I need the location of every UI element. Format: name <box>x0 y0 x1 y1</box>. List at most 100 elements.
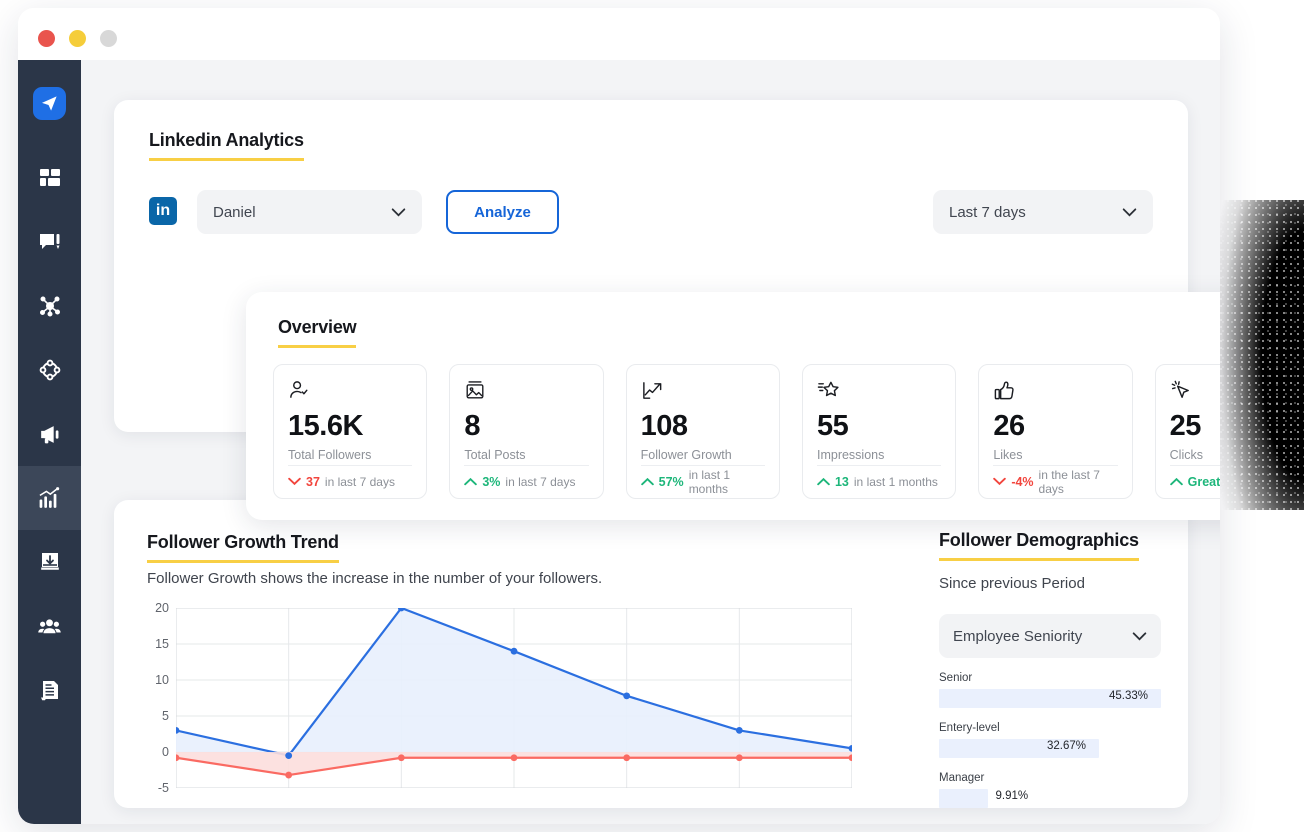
sidebar-item-network[interactable] <box>18 274 81 338</box>
stat-trend-value: 37 <box>306 475 320 489</box>
demographics-title: Follower Demographics <box>939 530 1139 561</box>
stat-trend-text: in last 7 days <box>324 475 395 489</box>
sidebar-item-campaigns[interactable] <box>18 402 81 466</box>
stat-trend-text: in last 1 months <box>853 475 938 489</box>
trend-up-icon <box>1169 475 1183 489</box>
stat-value: 15.6K <box>288 410 363 442</box>
stat-trend-value: Great Going! <box>1187 475 1220 489</box>
demographics-percent: 32.67% <box>1046 740 1086 752</box>
trend-down-icon <box>993 475 1007 489</box>
stat-trend-text: in the last 7 days <box>1038 468 1100 496</box>
sidebar-item-dashboard[interactable] <box>18 146 81 210</box>
demographics-rows: Senior 45.33% Entery-level 32.67% Manager 9.9… <box>939 672 1161 808</box>
stat-trend-text: in last 1 months <box>688 468 731 496</box>
network-nodes-icon <box>38 294 62 318</box>
chart-point <box>623 754 631 762</box>
overview-card: Overview 15.6K Total Followers 37 in las… <box>246 292 1220 520</box>
follower-growth-chart: 20 15 10 5 0 -5 <box>138 601 878 795</box>
sidebar-item-messages[interactable] <box>18 210 81 274</box>
chart-point <box>735 727 743 734</box>
stat-trend: 13 in last 1 months <box>816 465 942 498</box>
stat-trend: -4% in the last 7 days <box>993 465 1118 498</box>
trend-up-icon <box>464 475 478 489</box>
stat-trend-value: 13 <box>834 475 849 489</box>
sidebar-item-team[interactable] <box>18 594 81 658</box>
stat-trend: Great Going! <box>1169 465 1220 498</box>
window-titlebar <box>18 8 1220 60</box>
maximize-button[interactable] <box>100 30 117 47</box>
chart-point <box>397 754 405 762</box>
stat-card[interactable]: 8 Total Posts 3% in last 7 days <box>449 364 604 499</box>
people-group-icon <box>37 614 62 639</box>
stat-label: Likes <box>993 448 1023 462</box>
account-select[interactable]: Daniel <box>197 190 422 234</box>
stat-value: 8 <box>464 410 480 442</box>
stat-trend-value: 57% <box>658 475 684 489</box>
date-range-value: Last 7 days <box>949 203 1026 221</box>
browser-window: Linkedin Analytics in Daniel Analyze Las… <box>18 8 1220 824</box>
analyze-button[interactable]: Analyze <box>446 190 559 234</box>
stat-trend-text: in last 7 days <box>505 475 576 489</box>
follower-growth-card: Follower Growth Trend Follower Growth sh… <box>114 500 1188 808</box>
download-inbox-icon <box>38 550 62 574</box>
demographics-bar-track: 32.67% <box>939 739 1161 758</box>
grid-dashboard-icon <box>38 166 62 190</box>
analyze-button-label: Analyze <box>474 203 531 221</box>
trend-description: Follower Growth shows the increase in th… <box>147 570 603 587</box>
trend-up-icon <box>817 475 830 489</box>
paper-plane-icon <box>33 86 66 120</box>
stat-card[interactable]: 108 Follower Growth 57% in last 1 months <box>625 364 780 499</box>
sidebar-item-automation[interactable] <box>18 338 81 402</box>
stat-label: Clicks <box>1169 448 1203 462</box>
chart-point <box>510 754 518 762</box>
demographics-row-label: Entery-level <box>939 722 1000 734</box>
stat-card[interactable]: 55 Impressions 13 in last 1 months <box>801 364 957 499</box>
thumbs-up-icon <box>993 379 1117 405</box>
chart-plot-area: 20 15 10 5 0 -5 <box>155 601 856 795</box>
chart-point <box>510 647 518 655</box>
stat-label: Total Followers <box>288 448 372 462</box>
chat-compose-icon <box>38 230 62 254</box>
chart-y-tick: 15 <box>155 637 169 651</box>
close-button[interactable] <box>38 30 55 47</box>
stat-value: 108 <box>640 410 688 442</box>
stat-value: 55 <box>816 410 849 442</box>
page-canvas: Linkedin Analytics in Daniel Analyze Las… <box>81 60 1220 824</box>
window-controls <box>38 30 117 47</box>
date-range-select[interactable]: Last 7 days <box>933 190 1153 234</box>
page-title: Linkedin Analytics <box>149 130 304 161</box>
demographics-panel: Follower Demographics Since previous Per… <box>939 530 1161 808</box>
stat-card[interactable]: 25 Clicks Great Going! <box>1154 364 1220 499</box>
demographics-dimension-select[interactable]: Employee Seniority <box>939 614 1161 658</box>
sidebar <box>18 60 81 824</box>
chevron-down-icon <box>391 204 406 221</box>
sidebar-item-inbox-download[interactable] <box>18 530 81 594</box>
decorative-noise-block <box>1220 200 1304 510</box>
stat-trend: 37 in last 7 days <box>288 465 413 498</box>
trend-title: Follower Growth Trend <box>147 532 339 563</box>
megaphone-icon <box>37 422 62 447</box>
stat-value: 25 <box>1169 410 1202 442</box>
minimize-button[interactable] <box>69 30 86 47</box>
chart-y-tick: 0 <box>162 745 169 759</box>
stat-card[interactable]: 15.6K Total Followers 37 in last 7 days <box>273 364 428 499</box>
demographics-bar-track: 9.91% <box>939 789 1161 808</box>
sidebar-item-analytics[interactable] <box>18 466 81 530</box>
demographics-row: Senior 45.33% <box>939 672 1161 708</box>
screenshot-root: Linkedin Analytics in Daniel Analyze Las… <box>0 0 1304 832</box>
trend-up-icon <box>641 379 765 405</box>
sidebar-item-logo[interactable] <box>18 60 81 146</box>
demographics-bar-track: 45.33% <box>939 689 1161 708</box>
demographics-percent: 9.91% <box>995 790 1029 802</box>
sidebar-item-reports[interactable] <box>18 658 81 722</box>
tab-overview[interactable]: Overview <box>278 317 357 348</box>
stat-value: 26 <box>993 410 1025 442</box>
demographics-row-label: Manager <box>939 772 985 784</box>
stat-card[interactable]: 26 Likes -4% in the last 7 days <box>978 364 1133 499</box>
stat-trend-value: -4% <box>1011 475 1034 489</box>
demographics-row: Manager 9.91% <box>939 772 1161 808</box>
demographics-row-label: Senior <box>939 672 973 684</box>
chevron-down-icon <box>1132 628 1147 645</box>
chart-y-tick: 5 <box>162 709 169 723</box>
click-cursor-icon <box>1170 379 1220 405</box>
